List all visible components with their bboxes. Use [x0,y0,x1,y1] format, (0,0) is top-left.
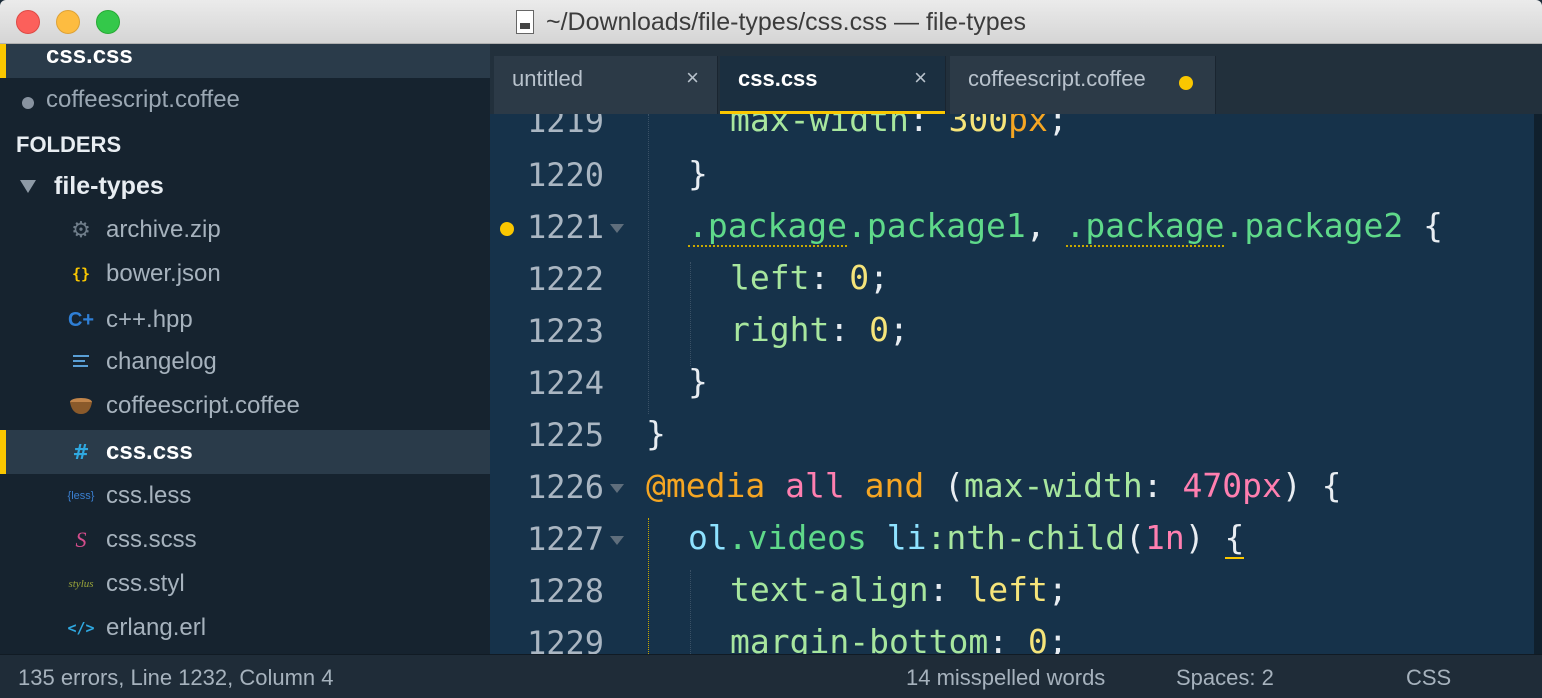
code-text: .package.package1, .package.package2 { [688,206,1444,247]
tab-coffeescript[interactable]: coffeescript.coffee [950,56,1216,114]
code-line: 1223 right: 0; [490,306,1534,358]
tree-item-label: bower.json [106,260,221,287]
tree-item-changelog[interactable]: changelog [0,340,490,384]
tab-css-css[interactable]: css.css × [720,56,946,114]
tab-label: css.css [738,66,818,91]
indentation-status[interactable]: Spaces: 2 [1176,665,1274,691]
code-text: } [688,154,708,193]
tree-item-label: coffeescript.coffee [106,392,300,419]
tree-item-label: erlang.erl [106,614,207,641]
tab-label: untitled [512,66,583,91]
coffee-cup-icon [66,393,96,419]
hash-icon: # [72,440,90,464]
cursor-position-status: 135 errors, Line 1232, Column 4 [18,665,334,690]
tree-item-css-less[interactable]: {less} css.less [0,474,490,518]
tree-item-label: c++.hpp [106,306,193,333]
code-line: 1226 @media all and (max-width: 470px) { [490,462,1534,514]
code-text: right: 0; [730,310,909,349]
window-title: ~/Downloads/file-types/css.css — file-ty… [545,7,1027,36]
lines-icon [66,349,96,375]
code-line: 1220 } [490,150,1534,202]
code-line: 1219 max-width: 300px; [490,114,1534,148]
code-text: @media all and (max-width: 470px) { [646,466,1342,505]
line-number: 1225 [526,416,604,454]
gear-icon: ⚙ [71,217,91,243]
cpp-icon: C+ [67,308,95,331]
line-number: 1220 [526,156,604,194]
sass-icon: S [75,527,87,552]
tree-item-label: css.less [106,482,192,509]
tree-item-css-css[interactable]: # css.css [0,430,490,474]
tree-item-label: archive.zip [106,216,221,243]
unsaved-dot-icon [22,97,34,109]
tab-untitled[interactable]: untitled × [494,56,718,114]
code-text: left: 0; [730,258,889,297]
line-number: 1227 [526,520,604,558]
line-number: 1219 [526,114,604,140]
status-bar: 135 errors, Line 1232, Column 4 14 missp… [0,654,1542,698]
line-number: 1226 [526,468,604,506]
code-line: 1222 left: 0; [490,254,1534,306]
folder-file-types[interactable]: file-types [0,166,490,208]
tree-item-cpp-hpp[interactable]: C+ c++.hpp [0,298,490,342]
spellcheck-status[interactable]: 14 misspelled words [906,665,1105,691]
close-tab-icon[interactable]: × [914,65,927,91]
code-editor[interactable]: 1219 max-width: 300px; 1220 } 1221 .pack… [490,114,1542,654]
code-text: } [688,362,708,401]
document-icon [515,10,534,34]
code-line: 1229 margin-bottom: 0; [490,618,1534,654]
tree-item-archive-zip[interactable]: ⚙ archive.zip [0,208,490,252]
tree-item-coffeescript[interactable]: coffeescript.coffee [0,384,490,428]
code-line: 1221 .package.package1, .package.package… [490,202,1534,254]
tree-item-bower-json[interactable]: {} bower.json [0,252,490,296]
line-number: 1221 [526,208,604,246]
code-text: ol.videos li:nth-child(1n) { [688,518,1245,559]
modified-dot-icon[interactable] [1179,76,1193,90]
tree-item-label: css.styl [106,570,185,597]
code-line: 1224 } [490,358,1534,410]
open-file-label: coffeescript.coffee [46,86,240,113]
code-line: 1227 ol.videos li:nth-child(1n) { [490,514,1534,566]
line-number: 1223 [526,312,604,350]
tree-item-label: css.scss [106,526,197,553]
disclosure-triangle-icon[interactable] [20,180,36,193]
tab-label: coffeescript.coffee [968,66,1146,91]
line-number: 1222 [526,260,604,298]
tree-item-css-scss[interactable]: S css.scss [0,518,490,562]
open-file-label: css.css [46,44,133,69]
code-text: } [646,414,666,453]
stylus-icon: stylus [68,578,94,590]
fold-arrow-icon[interactable] [610,484,624,493]
line-number: 1228 [526,572,604,610]
tree-item-css-styl[interactable]: stylus css.styl [0,562,490,606]
braces-icon: {} [71,265,91,283]
vertical-scrollbar[interactable] [1534,114,1542,654]
open-file-css[interactable]: css.css [0,44,490,78]
less-icon: {less} [67,490,95,502]
window-titlebar: ~/Downloads/file-types/css.css — file-ty… [0,0,1542,44]
line-number: 1229 [526,624,604,654]
syntax-status[interactable]: CSS [1406,665,1451,691]
open-file-coffeescript[interactable]: coffeescript.coffee [0,78,490,122]
folder-label: file-types [54,172,164,200]
code-text: text-align: left; [730,570,1068,609]
tab-bar: untitled × css.css × coffeescript.coffee [490,44,1542,114]
sidebar: css.css coffeescript.coffee FOLDERS file… [0,44,490,654]
code-text: max-width: 300px; [730,114,1068,139]
tree-item-label: css.css [106,438,193,465]
code-icon: </> [67,619,95,637]
code-text: margin-bottom: 0; [730,622,1068,654]
folders-heading: FOLDERS [16,132,122,157]
fold-arrow-icon[interactable] [610,224,624,233]
tree-item-erlang-erl[interactable]: </> erlang.erl [0,606,490,650]
line-number: 1224 [526,364,604,402]
code-line: 1225 } [490,410,1534,462]
fold-arrow-icon[interactable] [610,536,624,545]
code-line: 1228 text-align: left; [490,566,1534,618]
close-tab-icon[interactable]: × [686,65,699,91]
tree-item-label: changelog [106,348,217,375]
